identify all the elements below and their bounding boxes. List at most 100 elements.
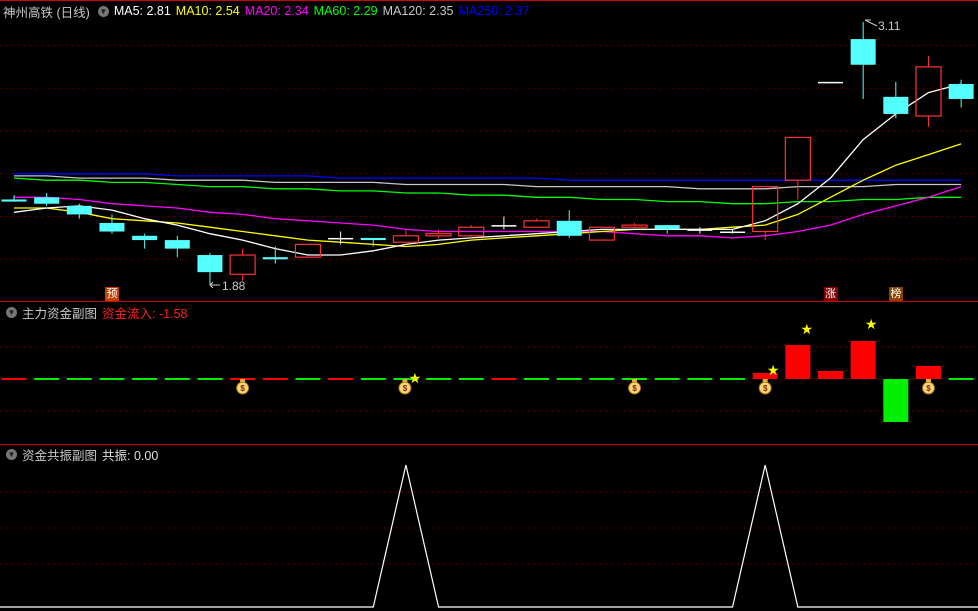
star-icon: ★ [865, 316, 878, 332]
dollar-sign: $ [240, 384, 245, 393]
candle-body [197, 255, 223, 273]
fund-flow-bar [720, 378, 746, 380]
money-bag-neck [632, 379, 638, 382]
fund-flow-bar [491, 378, 517, 380]
fund-inflow-value: 资金流入: -1.58 [102, 306, 188, 321]
candle [850, 22, 876, 99]
candle-body [720, 231, 746, 234]
candle-body [556, 220, 582, 236]
candle-body [687, 229, 713, 231]
fund-flow-bar [164, 378, 190, 380]
high-price-label: 3.11 [878, 19, 901, 33]
fund-flow-bar [262, 378, 288, 380]
candle-body [784, 136, 811, 181]
candle-body [621, 224, 648, 228]
money-bag-icon: $ [921, 379, 935, 395]
candle-body [491, 225, 517, 227]
fund-flow-bar [556, 378, 582, 380]
candle [915, 56, 942, 127]
low-pointer-icon [209, 281, 220, 289]
candle [262, 246, 288, 264]
candle-body [850, 39, 876, 65]
chevron-down-icon[interactable]: ▼ [6, 306, 17, 318]
candle [392, 229, 420, 243]
ma-line-ma5 [13, 83, 962, 256]
money-bag-neck [762, 379, 768, 382]
panel2-header: ▼ 主力资金副图 资金流入: -1.58 [3, 302, 192, 322]
fund-flow-bar [850, 341, 876, 379]
money-bag-icon: $ [628, 379, 642, 395]
candle-body [34, 197, 60, 204]
dollar-sign: $ [632, 384, 637, 393]
candle-body [132, 235, 158, 241]
candle-body [915, 66, 942, 117]
fund-flow-bar [883, 379, 909, 422]
candle-body [360, 237, 386, 241]
fund-flow-bar [524, 378, 550, 380]
fund-flow-bar [589, 378, 615, 380]
candle-body [523, 220, 550, 228]
signal-marker: 预 [104, 287, 119, 301]
candle-body [262, 257, 288, 260]
candle-body [164, 240, 190, 249]
fund-flow-bar [1, 378, 27, 380]
candle [132, 233, 158, 249]
candle [34, 193, 60, 206]
star-icon: ★ [801, 321, 814, 337]
candle [784, 136, 811, 200]
candle [556, 210, 582, 238]
candle-body [1, 199, 27, 202]
candle [523, 218, 550, 228]
fund-flow-bar [328, 378, 354, 380]
signal-marker: 榜 [888, 287, 903, 301]
candle-body [883, 96, 909, 114]
chevron-down-icon[interactable]: ▼ [6, 448, 17, 460]
candle [948, 79, 974, 108]
candle [66, 203, 92, 219]
candle [752, 186, 779, 241]
money-bag-neck [402, 379, 408, 382]
fund-flow-bar [99, 378, 125, 380]
fund-flow-bar [915, 366, 941, 379]
fund-flow-bar [197, 378, 223, 380]
candle [164, 235, 190, 258]
candle [818, 81, 843, 84]
ma-line-ma60 [13, 177, 962, 205]
candle-body [328, 237, 354, 240]
fund-flow-bar [34, 378, 60, 380]
fund-flow-bar [785, 345, 811, 379]
fund-flow-bar [458, 378, 484, 380]
money-bag-icon: $ [758, 379, 772, 395]
fund-flow-bar [295, 378, 321, 380]
dollar-sign: $ [926, 384, 931, 393]
fund-flow-bar [66, 378, 92, 380]
fund-flow-bar [426, 378, 452, 380]
resonance-value: 共振: 0.00 [102, 448, 159, 463]
fund-flow-bar [948, 378, 974, 380]
fund-flow-bar [687, 378, 713, 380]
resonance-line [0, 464, 978, 608]
star-icon: ★ [409, 370, 422, 386]
money-bag-neck [240, 379, 246, 382]
dollar-sign: $ [403, 384, 408, 393]
star-icon: ★ [767, 362, 780, 378]
candle-body [229, 254, 256, 275]
candle [621, 222, 648, 228]
candle [883, 81, 909, 119]
fund-flow-bar [818, 371, 843, 379]
candle-body [654, 225, 680, 230]
panel2-title: 主力资金副图 [22, 306, 98, 321]
money-bag-icon: $ [236, 379, 250, 395]
candle-body [99, 222, 125, 232]
candle [229, 248, 256, 281]
money-bag-neck [925, 379, 931, 382]
fund-flow-bar [360, 378, 386, 380]
panel3-header: ▼ 资金共振副图 共振: 0.00 [3, 444, 163, 464]
candle-body [818, 81, 843, 84]
candle-body [392, 235, 420, 243]
high-pointer-icon [864, 19, 878, 27]
candle [197, 252, 223, 285]
candle [654, 225, 680, 234]
signal-marker: 涨 [823, 287, 838, 301]
dollar-sign: $ [763, 384, 768, 393]
